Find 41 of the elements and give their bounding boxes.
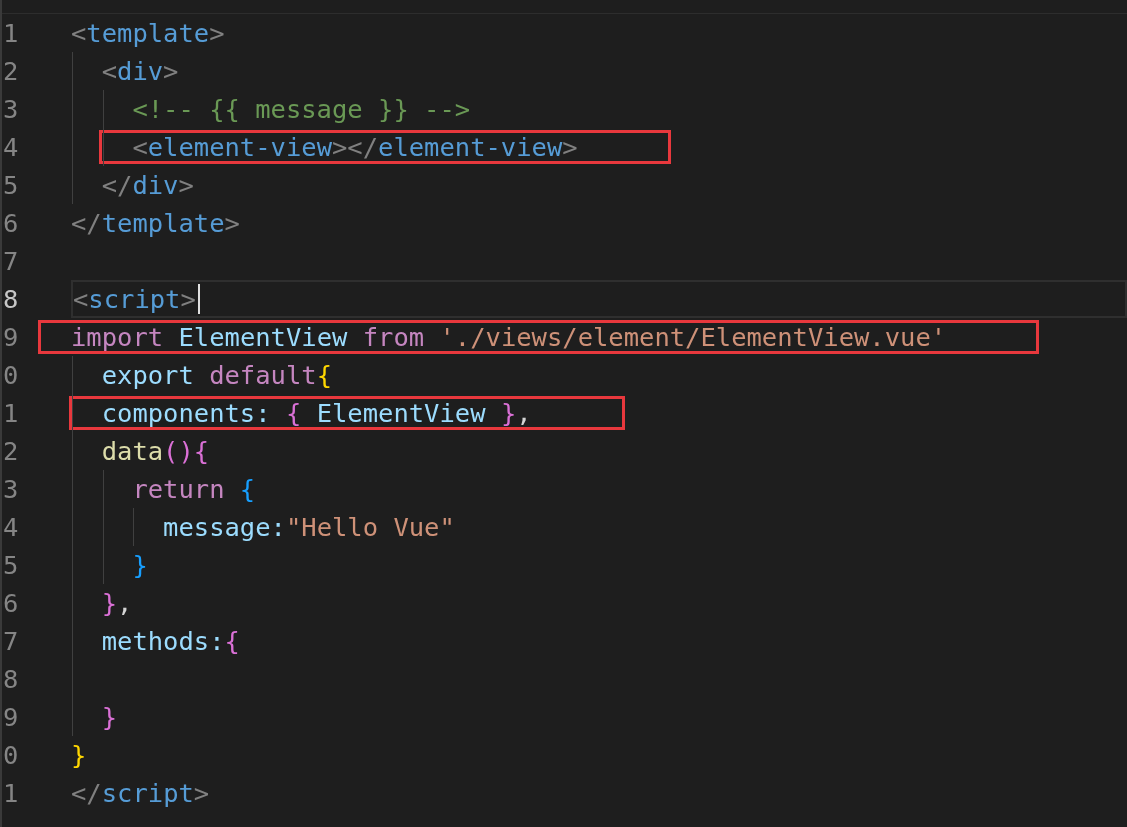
line-number: 1 — [2, 777, 20, 810]
line-number: 1 — [2, 397, 20, 430]
line-number: 3 — [2, 473, 20, 506]
line-number: 3 — [2, 93, 20, 126]
line-number: 6 — [2, 207, 20, 240]
line-number: 2 — [2, 435, 20, 468]
code-line: } — [132, 549, 148, 582]
text-cursor — [197, 284, 200, 314]
line-number: 9 — [2, 321, 20, 354]
code-line: data(){ — [101, 435, 210, 468]
line-number: 0 — [2, 359, 20, 392]
code-line: components: { ElementView }, — [101, 397, 532, 430]
line-number: 1 — [2, 17, 20, 50]
code-line: } — [101, 701, 118, 734]
code-line: }, — [101, 587, 133, 620]
code-line: <div> — [101, 55, 179, 88]
line-number: 5 — [2, 169, 20, 202]
line-number: 6 — [2, 587, 20, 620]
code-line: <template> — [71, 17, 225, 50]
code-line: return { — [132, 473, 256, 506]
line-number: 0 — [2, 739, 20, 772]
code-line: export default{ — [101, 359, 332, 392]
code-line: } — [71, 739, 87, 772]
line-number: 4 — [2, 511, 20, 544]
code-line: </template> — [71, 207, 240, 240]
line-number: 8 — [2, 663, 20, 696]
code-line: </script> — [71, 777, 210, 810]
code-line: </div> — [101, 169, 194, 202]
line-number: 5 — [2, 549, 20, 582]
code-line: <element-view></element-view> — [132, 131, 578, 164]
line-number: 8 — [2, 283, 20, 316]
line-number: 4 — [2, 131, 20, 164]
code-line: methods:{ — [101, 625, 240, 658]
code-line: message:"Hello Vue" — [163, 511, 455, 544]
line-number: 7 — [2, 625, 20, 658]
code-line: <!-- {{ message }} --> — [132, 93, 471, 126]
code-line: import ElementView from './views/element/ElementView.vue' — [71, 321, 947, 354]
line-number: 7 — [2, 245, 20, 278]
line-number: 2 — [2, 55, 20, 88]
line-number: 9 — [2, 701, 20, 734]
code-line: <script> — [73, 283, 196, 316]
